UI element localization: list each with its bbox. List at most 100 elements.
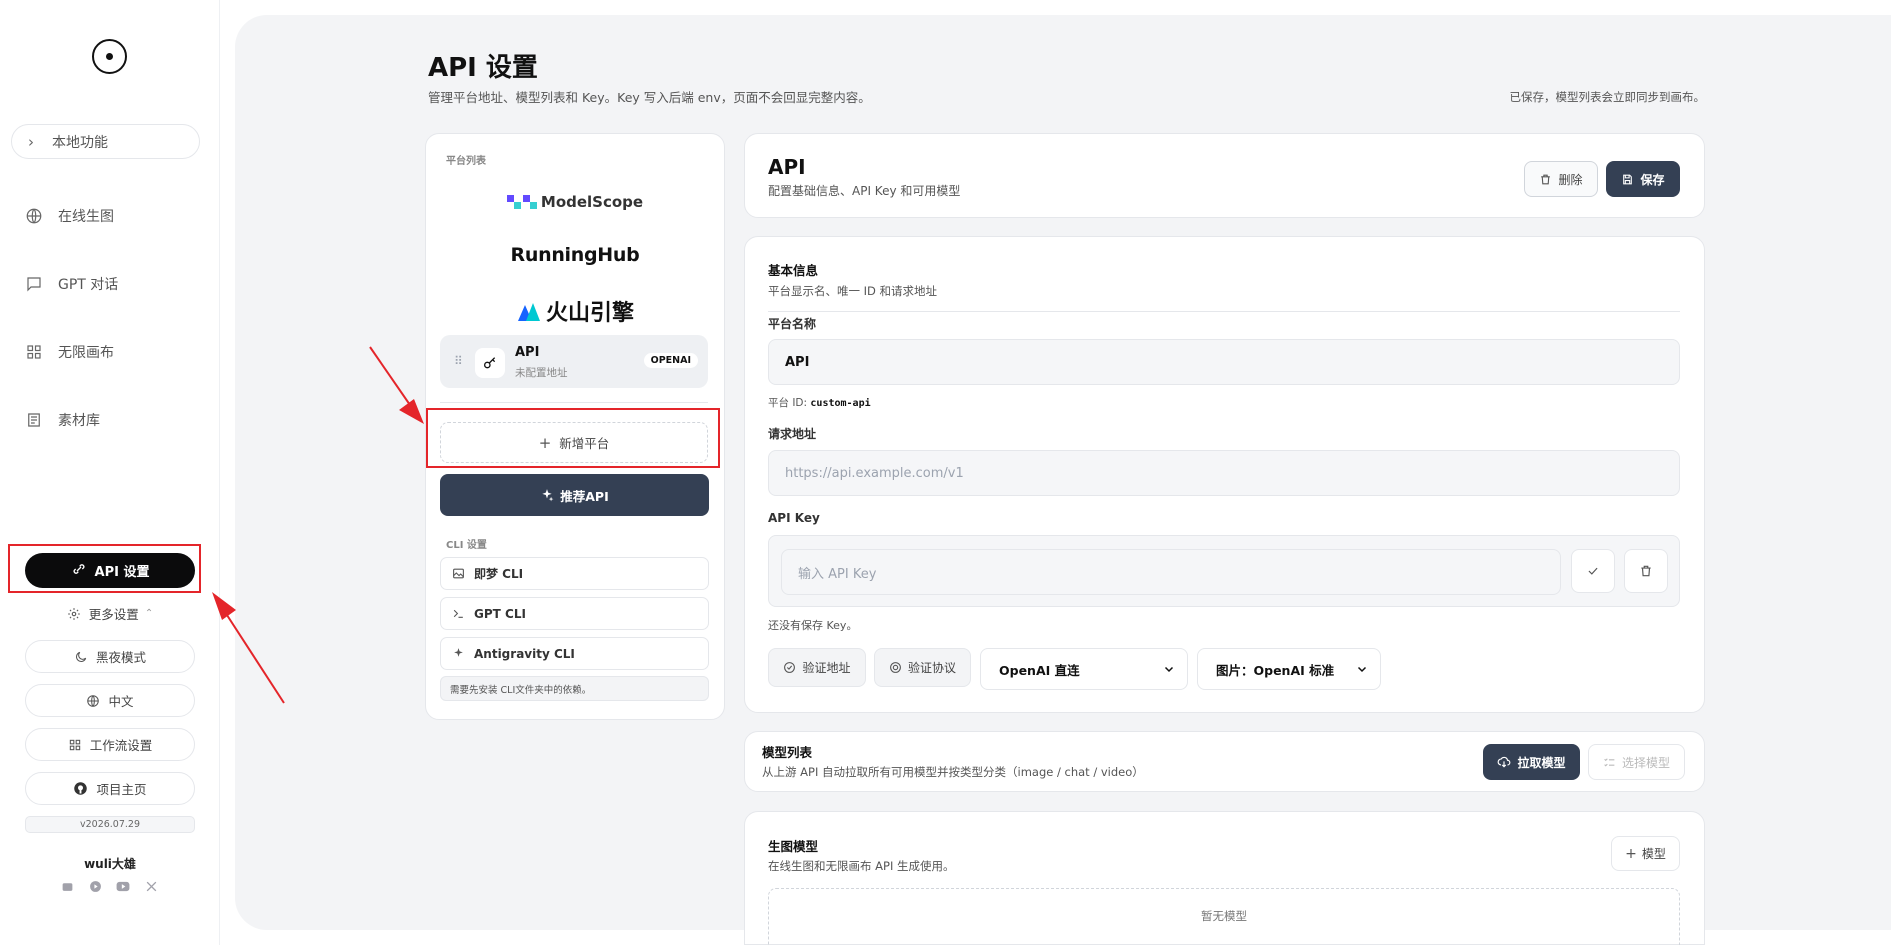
connection-mode-select[interactable]: OpenAI 直连 [980,648,1188,690]
save-icon [1621,173,1634,186]
platform-modelscope[interactable]: ModelScope [440,193,710,211]
cli-label: Antigravity CLI [474,646,575,661]
volcengine-logo: 火山引擎 [516,295,634,327]
nav-gpt-chat[interactable]: GPT 对话 [24,274,118,294]
platform-id-value: custom-api [810,398,871,409]
library-icon [24,410,44,430]
verify-url-label: 验证地址 [802,661,851,675]
x-icon[interactable] [144,879,158,893]
github-icon [73,781,88,796]
runninghub-logo: RunningHub [510,244,640,266]
platform-name-input[interactable]: API [768,339,1680,385]
check-circle-icon [783,661,796,674]
platform-subtitle: 配置基础信息、API Key 和可用模型 [768,184,961,198]
platform-runninghub[interactable]: RunningHub [440,244,710,266]
social-links [60,879,158,893]
recommend-api-label: 推荐API [560,488,609,504]
divider [440,402,708,403]
drag-handle-icon[interactable]: ⠿ [454,354,463,368]
protocol-badge: OPENAI [643,353,698,368]
select-models-button[interactable]: 选择模型 [1588,744,1685,780]
local-functions-label: 本地功能 [52,134,108,151]
globe-icon [86,694,100,708]
divider [768,311,1680,312]
delete-label: 删除 [1558,172,1583,187]
cli-section-label: CLI 设置 [446,540,487,551]
more-settings-button[interactable]: 更多设置 ⌃ [25,597,195,630]
api-key-input[interactable]: 输入 API Key [781,549,1561,595]
language-button[interactable]: 中文 [25,684,195,717]
project-home-label: 项目主页 [96,782,147,797]
dark-mode-button[interactable]: 黑夜模式 [25,640,195,673]
platform-volcengine[interactable]: 火山引擎 [440,295,710,327]
modelscope-logo: ModelScope [506,193,643,211]
basic-info-title: 基本信息 [768,263,819,278]
empty-models-placeholder: 暂无模型 [768,888,1680,945]
moon-icon [74,650,88,664]
more-settings-label: 更多设置 [88,607,139,622]
delete-button[interactable]: 删除 [1524,161,1598,197]
platform-name: API [515,345,540,360]
model-list-title: 模型列表 [762,745,813,760]
saved-status: 已保存，模型列表会立即同步到画布。 [1509,90,1706,104]
platform-name-label: 平台名称 [768,317,817,331]
globe-icon [24,206,44,226]
platform-item-api[interactable]: ⠿ API 未配置地址 OPENAI [440,335,708,388]
play-icon[interactable] [88,879,102,893]
cli-dependency-note: 需要先安装 CLI文件夹中的依赖。 [440,676,709,701]
cli-item-jimeng[interactable]: 即梦 CLI [440,557,709,590]
chevron-down-icon [1356,663,1368,675]
workflow-settings-label: 工作流设置 [89,738,153,753]
nav-infinite-canvas[interactable]: 无限画布 [24,342,114,362]
image-models-title: 生图模型 [768,839,819,854]
sidebar: › 本地功能 在线生图 GPT 对话 无限画布 素材库 API 设置 更多设置 … [0,0,220,945]
annotation-box-add-platform [426,408,720,468]
nav-asset-library[interactable]: 素材库 [24,410,100,430]
verify-url-button[interactable]: 验证地址 [768,648,866,687]
confirm-key-button[interactable] [1571,549,1615,593]
delete-key-button[interactable] [1624,549,1668,593]
trash-icon [1539,173,1552,186]
platform-status: 未配置地址 [515,367,568,379]
project-home-button[interactable]: 项目主页 [25,772,195,805]
key-status: 还没有保存 Key。 [768,619,858,632]
verify-protocol-button[interactable]: 验证协议 [874,648,971,687]
cli-label: 即梦 CLI [474,567,524,581]
image-mode-select[interactable]: 图片：OpenAI 标准 [1197,648,1381,690]
connection-mode-value: OpenAI 直连 [999,662,1080,678]
nav-label: 在线生图 [58,209,114,225]
local-functions-toggle[interactable]: › 本地功能 [11,124,200,159]
image-icon [452,567,465,580]
cli-label: GPT CLI [474,606,526,621]
dark-mode-label: 黑夜模式 [95,650,146,665]
platform-id-prefix: 平台 ID: [768,397,808,409]
save-button[interactable]: 保存 [1606,161,1680,197]
platform-list-label: 平台列表 [446,156,486,167]
annotation-box-api-settings [8,544,201,593]
gear-icon [67,607,81,621]
workflow-settings-button[interactable]: 工作流设置 [25,728,195,761]
cli-item-gpt[interactable]: GPT CLI [440,597,709,630]
chevron-down-icon [1163,663,1175,675]
nav-label: GPT 对话 [58,277,119,293]
chevron-up-icon: ⌃ [144,608,154,619]
bilibili-icon[interactable] [60,879,74,893]
author-name: wuli大雄 [84,857,136,871]
platform-id: 平台 ID: custom-api [768,395,871,410]
app-logo[interactable] [92,39,127,74]
request-url-input[interactable]: https://api.example.com/v1 [768,450,1680,496]
key-icon [475,348,505,378]
youtube-icon[interactable] [116,879,130,893]
page-title: API 设置 [428,53,538,83]
cli-item-antigravity[interactable]: Antigravity CLI [440,637,709,670]
image-models-subtitle: 在线生图和无限画布 API 生成使用。 [768,859,955,873]
add-model-button[interactable]: + 模型 [1611,836,1680,871]
nav-online-image[interactable]: 在线生图 [24,206,114,226]
model-list-subtitle: 从上游 API 自动拉取所有可用模型并按类型分类（image / chat / … [762,765,1144,779]
recommend-api-button[interactable]: 推荐API [440,474,709,516]
sparkle-icon [452,647,465,660]
fetch-models-button[interactable]: 拉取模型 [1483,744,1580,780]
platform-title: API [768,155,806,179]
page-subtitle: 管理平台地址、模型列表和 Key。Key 写入后端 env，页面不会回显完整内容… [428,90,871,105]
fetch-models-label: 拉取模型 [1517,755,1566,770]
